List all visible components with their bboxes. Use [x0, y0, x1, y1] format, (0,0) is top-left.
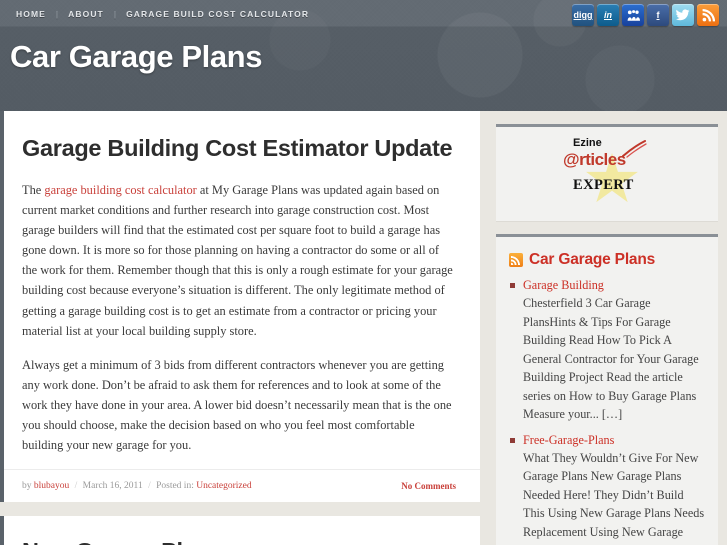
- feed-list: Garage Building Chesterfield 3 Car Garag…: [509, 278, 705, 545]
- post-body: The garage building cost calculator at M…: [22, 180, 456, 455]
- badge-line-3: EXPERT: [573, 177, 634, 193]
- post-article: Garage Building Cost Estimator Update Th…: [0, 111, 480, 503]
- feed-item-link[interactable]: Garage Building: [523, 278, 705, 293]
- list-item: Garage Building Chesterfield 3 Car Garag…: [509, 278, 705, 424]
- post-author-link[interactable]: blubayou: [34, 481, 69, 491]
- rss-icon: [509, 253, 523, 267]
- paragraph-text-after: at My Garage Plans was updated again bas…: [22, 183, 453, 338]
- ezinearticles-expert-badge[interactable]: Ezine @rticles EXPERT: [559, 137, 655, 211]
- meta-divider: /: [74, 481, 78, 492]
- swoosh-icon: [622, 140, 647, 158]
- rss-glyph: [702, 8, 715, 21]
- widget-ezine-badge: Ezine @rticles EXPERT: [496, 124, 718, 221]
- myspace-icon[interactable]: [622, 4, 644, 26]
- twitter-bird-glyph: [676, 9, 690, 21]
- main-content: Garage Building Cost Estimator Update Th…: [0, 111, 488, 545]
- meta-divider: /: [148, 481, 151, 492]
- widget-header: Car Garage Plans: [509, 251, 705, 269]
- badge-line-2: @rticles: [563, 150, 626, 169]
- post-title: Garage Building Cost Estimator Update: [22, 135, 453, 161]
- social-links: digg in f: [572, 4, 719, 26]
- posted-in-label: Posted in:: [156, 481, 194, 492]
- page-title: Car Garage Plans: [10, 39, 263, 74]
- nav-item-garage-build-cost-calculator[interactable]: GARAGE BUILD COST CALCULATOR: [116, 9, 319, 19]
- rss-icon[interactable]: [697, 4, 719, 26]
- twitter-icon[interactable]: [672, 4, 694, 26]
- post-meta-left: by blubayou / March 16, 2011 / Posted in…: [22, 481, 252, 491]
- linkedin-icon[interactable]: in: [597, 4, 619, 26]
- by-label: by: [22, 481, 32, 492]
- site-header: HOME | ABOUT | GARAGE BUILD COST CALCULA…: [0, 0, 727, 111]
- nav-item-about[interactable]: ABOUT: [58, 9, 114, 19]
- post-meta: by blubayou / March 16, 2011 / Posted in…: [4, 469, 480, 502]
- feed-item-description: What They Wouldn’t Give For New Garage P…: [523, 450, 705, 545]
- widget-title-text: Car Garage Plans: [529, 251, 656, 268]
- list-item: Free-Garage-Plans What They Wouldn’t Giv…: [509, 433, 705, 545]
- badge-line-1: Ezine: [573, 137, 602, 149]
- facebook-icon[interactable]: f: [647, 4, 669, 26]
- garage-building-cost-calculator-link[interactable]: garage building cost calculator: [44, 183, 196, 197]
- paragraph-text-before: The: [22, 183, 45, 198]
- post-paragraph: Always get a minimum of 3 bids from diff…: [22, 357, 452, 453]
- myspace-glyph: [627, 9, 640, 21]
- post-category-link[interactable]: Uncategorized: [196, 481, 251, 491]
- post-date: March 16, 2011: [82, 481, 143, 492]
- feed-item-link[interactable]: Free-Garage-Plans: [523, 433, 705, 448]
- sidebar: Ezine @rticles EXPERT Car Garage Plans G…: [488, 111, 727, 545]
- widget-rss-feed: Car Garage Plans Garage Building Chester…: [496, 234, 718, 545]
- page-body: Garage Building Cost Estimator Update Th…: [0, 111, 727, 545]
- nav-item-home[interactable]: HOME: [6, 9, 56, 19]
- post-title: New Garage Plans: [22, 536, 456, 545]
- digg-icon[interactable]: digg: [572, 4, 594, 26]
- no-comments-link[interactable]: No Comments: [401, 481, 456, 491]
- post-article: New Garage Plans: [0, 516, 480, 545]
- post-paragraph: The garage building cost calculator at M…: [22, 180, 456, 341]
- feed-item-description: Chesterfield 3 Car Garage PlansHints & T…: [523, 296, 699, 422]
